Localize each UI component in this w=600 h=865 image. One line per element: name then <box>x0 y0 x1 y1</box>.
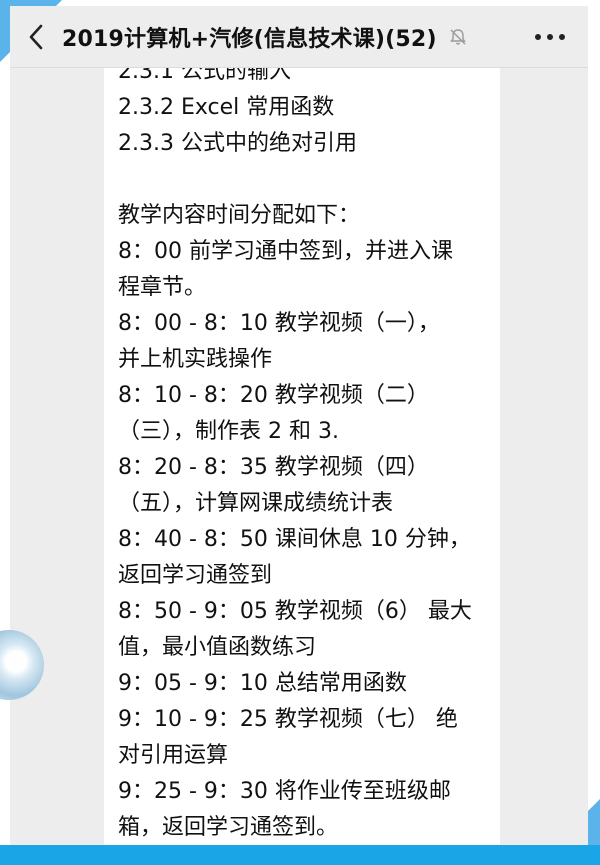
message-line: 9：10 - 9：25 教学视频（七） 绝 <box>118 707 458 732</box>
message-line: （三），制作表 2 和 3. <box>118 419 339 444</box>
message-line: 8：00 - 8：10 教学视频（一）， <box>118 311 440 336</box>
message-line: （五），计算网课成绩统计表 <box>118 491 394 516</box>
mute-indicator <box>447 26 469 48</box>
message-line: 9：05 - 9：10 总结常用函数 <box>118 671 407 696</box>
message-line: 9：25 - 9：30 将作业传至班级邮 <box>118 779 451 804</box>
message-line: 8：40 - 8：50 课间休息 10 分钟， <box>118 527 471 552</box>
bell-muted-icon <box>449 28 466 45</box>
message-line: 教学内容时间分配如下： <box>118 203 361 228</box>
message-line: 2.3.3 公式中的绝对引用 <box>118 131 357 156</box>
message-line: 8：00 前学习通中签到，并进入课 <box>118 239 453 264</box>
message-line: 8：20 - 8：35 教学视频（四） <box>118 455 429 480</box>
bottom-accent-strip <box>0 845 600 865</box>
back-button[interactable] <box>10 6 62 68</box>
message-line <box>118 162 490 198</box>
message-line: 2.3.1 公式的输入 <box>118 68 291 84</box>
chat-header: 2019计算机+汽修(信息技术课)(52) <box>10 6 588 68</box>
chat-screen: 2019计算机+汽修(信息技术课)(52) 2.3.1 公式的输入 2.3.2 E… <box>10 6 588 845</box>
more-dots-icon <box>535 34 565 40</box>
message-bubble[interactable]: 2.3.1 公式的输入 2.3.2 Excel 常用函数 2.3.3 公式中的绝对引… <box>104 68 500 845</box>
message-line: 值，最小值函数练习 <box>118 635 317 660</box>
message-line: 返回学习通签到 <box>118 563 273 588</box>
chat-title: 2019计算机+汽修(信息技术课)(52) <box>62 26 437 52</box>
photo-frame: 2019计算机+汽修(信息技术课)(52) 2.3.1 公式的输入 2.3.2 E… <box>0 0 600 865</box>
message-line: 并上机实践操作 <box>118 347 273 372</box>
message-line: 箱，返回学习通签到。 <box>118 815 339 840</box>
message-line: 对引用运算 <box>118 743 229 768</box>
message-line: 2.3.2 Excel 常用函数 <box>118 95 335 120</box>
message-line: 8：10 - 8：20 教学视频（二） <box>118 383 429 408</box>
more-button[interactable] <box>530 22 570 52</box>
message-text: 2.3.1 公式的输入 2.3.2 Excel 常用函数 2.3.3 公式中的绝对引… <box>118 68 490 845</box>
message-line: 程章节。 <box>118 275 207 300</box>
message-line: 8：50 - 9：05 教学视频（6） 最大 <box>118 599 472 624</box>
chevron-left-icon <box>29 24 43 49</box>
